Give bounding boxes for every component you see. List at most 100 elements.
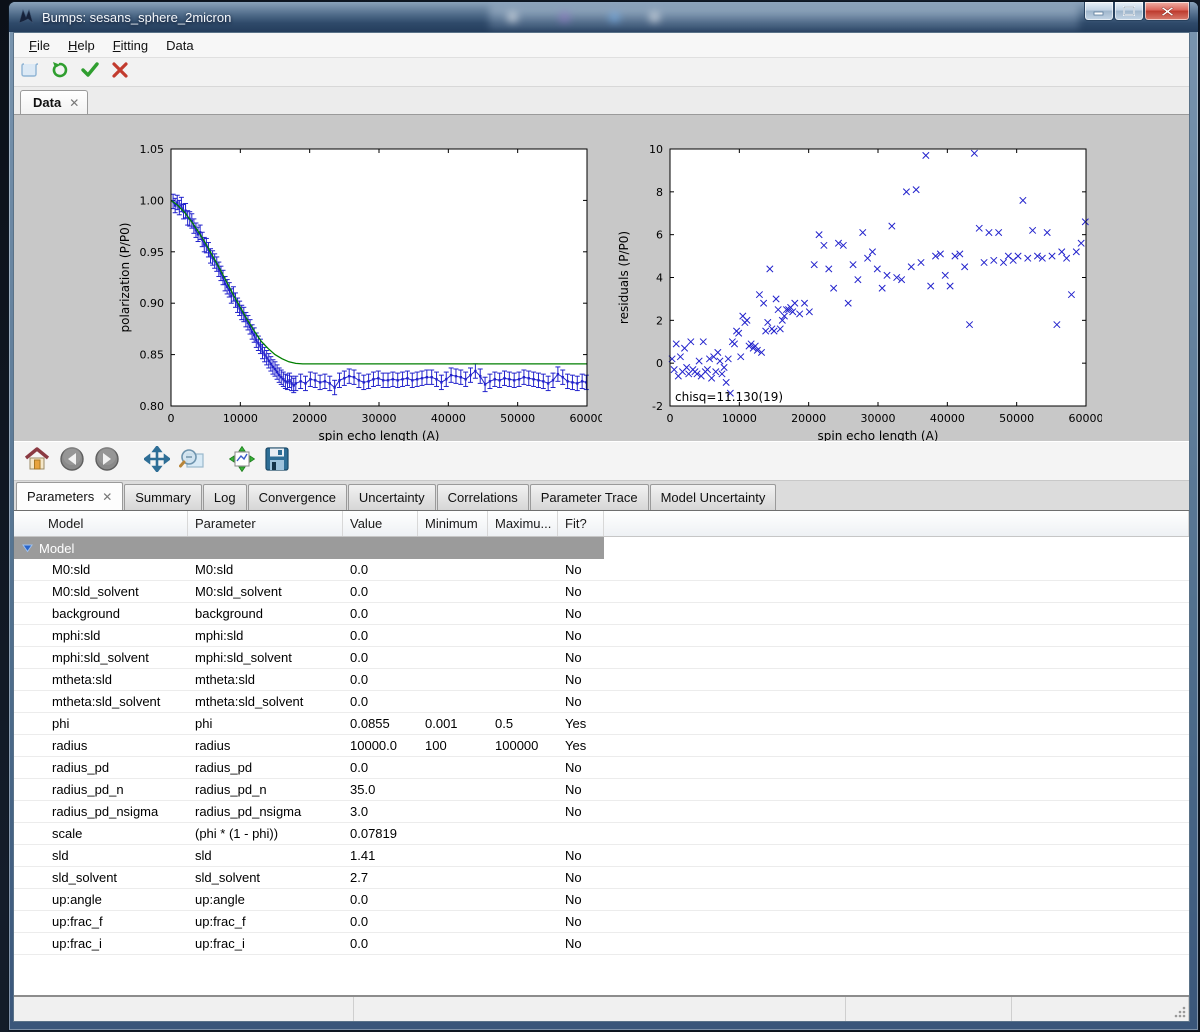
- table-row[interactable]: up:angleup:angle0.0No: [14, 889, 1189, 911]
- result-tabstrip: Parameters✕SummaryLogConvergenceUncertai…: [14, 481, 1189, 511]
- tab-uncertainty[interactable]: Uncertainty: [348, 484, 436, 510]
- column-header-5[interactable]: Fit?: [558, 511, 604, 536]
- forward-button[interactable]: [92, 446, 122, 476]
- svg-text:50000: 50000: [500, 412, 535, 425]
- zoom-button[interactable]: [177, 446, 207, 476]
- subplots-icon: [229, 446, 255, 477]
- status-pane-2: [846, 997, 1012, 1021]
- save-button[interactable]: [262, 446, 292, 476]
- column-header-2[interactable]: Value: [343, 511, 418, 536]
- table-row[interactable]: sld_solventsld_solvent2.7No: [14, 867, 1189, 889]
- minimize-icon: [1093, 6, 1105, 16]
- close-icon: [1161, 6, 1174, 17]
- svg-text:40000: 40000: [431, 412, 466, 425]
- home-button[interactable]: [22, 446, 52, 476]
- table-row[interactable]: M0:sldM0:sld0.0No: [14, 559, 1189, 581]
- doc-tab-data[interactable]: Data✕: [20, 90, 88, 114]
- menu-help[interactable]: Help: [59, 35, 104, 56]
- table-row[interactable]: mtheta:sld_solventmtheta:sld_solvent0.0N…: [14, 691, 1189, 713]
- svg-text:60000: 60000: [1069, 412, 1103, 425]
- collapse-triangle-icon[interactable]: [22, 544, 33, 553]
- minimize-button[interactable]: [1084, 2, 1114, 21]
- pan-icon: [144, 446, 170, 477]
- tab-parameters[interactable]: Parameters✕: [16, 482, 123, 510]
- svg-text:1.05: 1.05: [140, 143, 165, 156]
- table-row[interactable]: mphi:sld_solventmphi:sld_solvent0.0No: [14, 647, 1189, 669]
- column-header-filler: [604, 511, 1189, 536]
- table-row[interactable]: phiphi0.08550.0010.5Yes: [14, 713, 1189, 735]
- plot-panel: 01000020000300004000050000600000.800.850…: [14, 115, 1189, 441]
- table-row[interactable]: mphi:sldmphi:sld0.0No: [14, 625, 1189, 647]
- menu-data[interactable]: Data: [157, 35, 202, 56]
- script-icon: [20, 61, 40, 84]
- svg-text:spin echo length (A): spin echo length (A): [318, 429, 439, 441]
- svg-text:10: 10: [649, 143, 663, 156]
- polarization-plot-canvas[interactable]: 01000020000300004000050000600000.800.850…: [102, 115, 602, 441]
- tab-correlations[interactable]: Correlations: [437, 484, 529, 510]
- tab-summary[interactable]: Summary: [124, 484, 202, 510]
- home-icon: [24, 446, 50, 477]
- back-button[interactable]: [57, 446, 87, 476]
- table-rows: M0:sldM0:sld0.0NoM0:sld_solventM0:sld_so…: [14, 559, 1189, 955]
- window-controls: [1084, 2, 1190, 21]
- zoom-rect-icon: [179, 446, 205, 477]
- reload-button[interactable]: [48, 60, 72, 84]
- model-group-row[interactable]: Model: [14, 537, 604, 559]
- table-row[interactable]: radius_pdradius_pd0.0No: [14, 757, 1189, 779]
- table-row[interactable]: sldsld1.41No: [14, 845, 1189, 867]
- pan-button[interactable]: [142, 446, 172, 476]
- background-window-ghost: [489, 6, 1079, 30]
- refresh-icon: [50, 61, 70, 84]
- column-header-3[interactable]: Minimum: [418, 511, 488, 536]
- svg-text:60000: 60000: [570, 412, 603, 425]
- svg-text:0: 0: [667, 412, 674, 425]
- residuals-plot-canvas[interactable]: 0100002000030000400005000060000-20246810…: [602, 115, 1102, 441]
- tab-log[interactable]: Log: [203, 484, 247, 510]
- cancel-button[interactable]: [108, 60, 132, 84]
- close-button[interactable]: [1144, 2, 1190, 21]
- svg-text:10000: 10000: [223, 412, 258, 425]
- table-row[interactable]: scale(phi * (1 - phi))0.07819: [14, 823, 1189, 845]
- table-row[interactable]: radius_pd_nsigmaradius_pd_nsigma3.0No: [14, 801, 1189, 823]
- table-row[interactable]: up:frac_fup:frac_f0.0No: [14, 911, 1189, 933]
- column-header-1[interactable]: Parameter: [188, 511, 343, 536]
- parameter-table: ModelParameterValueMinimumMaximu...Fit? …: [14, 511, 1189, 997]
- save-icon: [264, 446, 290, 477]
- tab-model-uncertainty[interactable]: Model Uncertainty: [650, 484, 777, 510]
- column-header-0[interactable]: Model: [14, 511, 188, 536]
- back-icon: [59, 446, 85, 477]
- resize-grip[interactable]: [1173, 1005, 1187, 1019]
- titlebar[interactable]: Bumps: sesans_sphere_2micron: [9, 2, 1198, 32]
- svg-text:0.80: 0.80: [140, 400, 165, 413]
- table-row[interactable]: up:frac_iup:frac_i0.0No: [14, 933, 1189, 955]
- svg-text:0: 0: [656, 357, 663, 370]
- check-icon: [80, 61, 100, 84]
- table-row[interactable]: backgroundbackground0.0No: [14, 603, 1189, 625]
- app-window: Bumps: sesans_sphere_2micron FileHelpFit…: [8, 1, 1199, 1031]
- svg-text:0.90: 0.90: [140, 297, 165, 310]
- plot-toolbar: [14, 441, 1189, 481]
- svg-text:30000: 30000: [362, 412, 397, 425]
- tab-close-icon[interactable]: ✕: [69, 96, 79, 110]
- svg-text:8: 8: [656, 186, 663, 199]
- document-tabstrip: Data✕: [14, 87, 1189, 115]
- table-row[interactable]: radius_pd_nradius_pd_n35.0No: [14, 779, 1189, 801]
- table-row[interactable]: radiusradius10000.0100100000Yes: [14, 735, 1189, 757]
- maximize-button[interactable]: [1114, 2, 1144, 21]
- svg-text:1.00: 1.00: [140, 194, 165, 207]
- table-row[interactable]: mtheta:sldmtheta:sld0.0No: [14, 669, 1189, 691]
- table-row[interactable]: M0:sld_solventM0:sld_solvent0.0No: [14, 581, 1189, 603]
- tab-close-icon[interactable]: ✕: [102, 490, 112, 504]
- script-button[interactable]: [18, 60, 42, 84]
- subplots-button[interactable]: [227, 446, 257, 476]
- main-toolbar: [14, 58, 1189, 87]
- tab-convergence[interactable]: Convergence: [248, 484, 347, 510]
- column-header-4[interactable]: Maximu...: [488, 511, 558, 536]
- menu-file[interactable]: File: [20, 35, 59, 56]
- tab-parameter-trace[interactable]: Parameter Trace: [530, 484, 649, 510]
- accept-button[interactable]: [78, 60, 102, 84]
- svg-text:40000: 40000: [930, 412, 965, 425]
- window-title: Bumps: sesans_sphere_2micron: [42, 10, 231, 25]
- menu-fitting[interactable]: Fitting: [104, 35, 157, 56]
- table-header: ModelParameterValueMinimumMaximu...Fit?: [14, 511, 1189, 537]
